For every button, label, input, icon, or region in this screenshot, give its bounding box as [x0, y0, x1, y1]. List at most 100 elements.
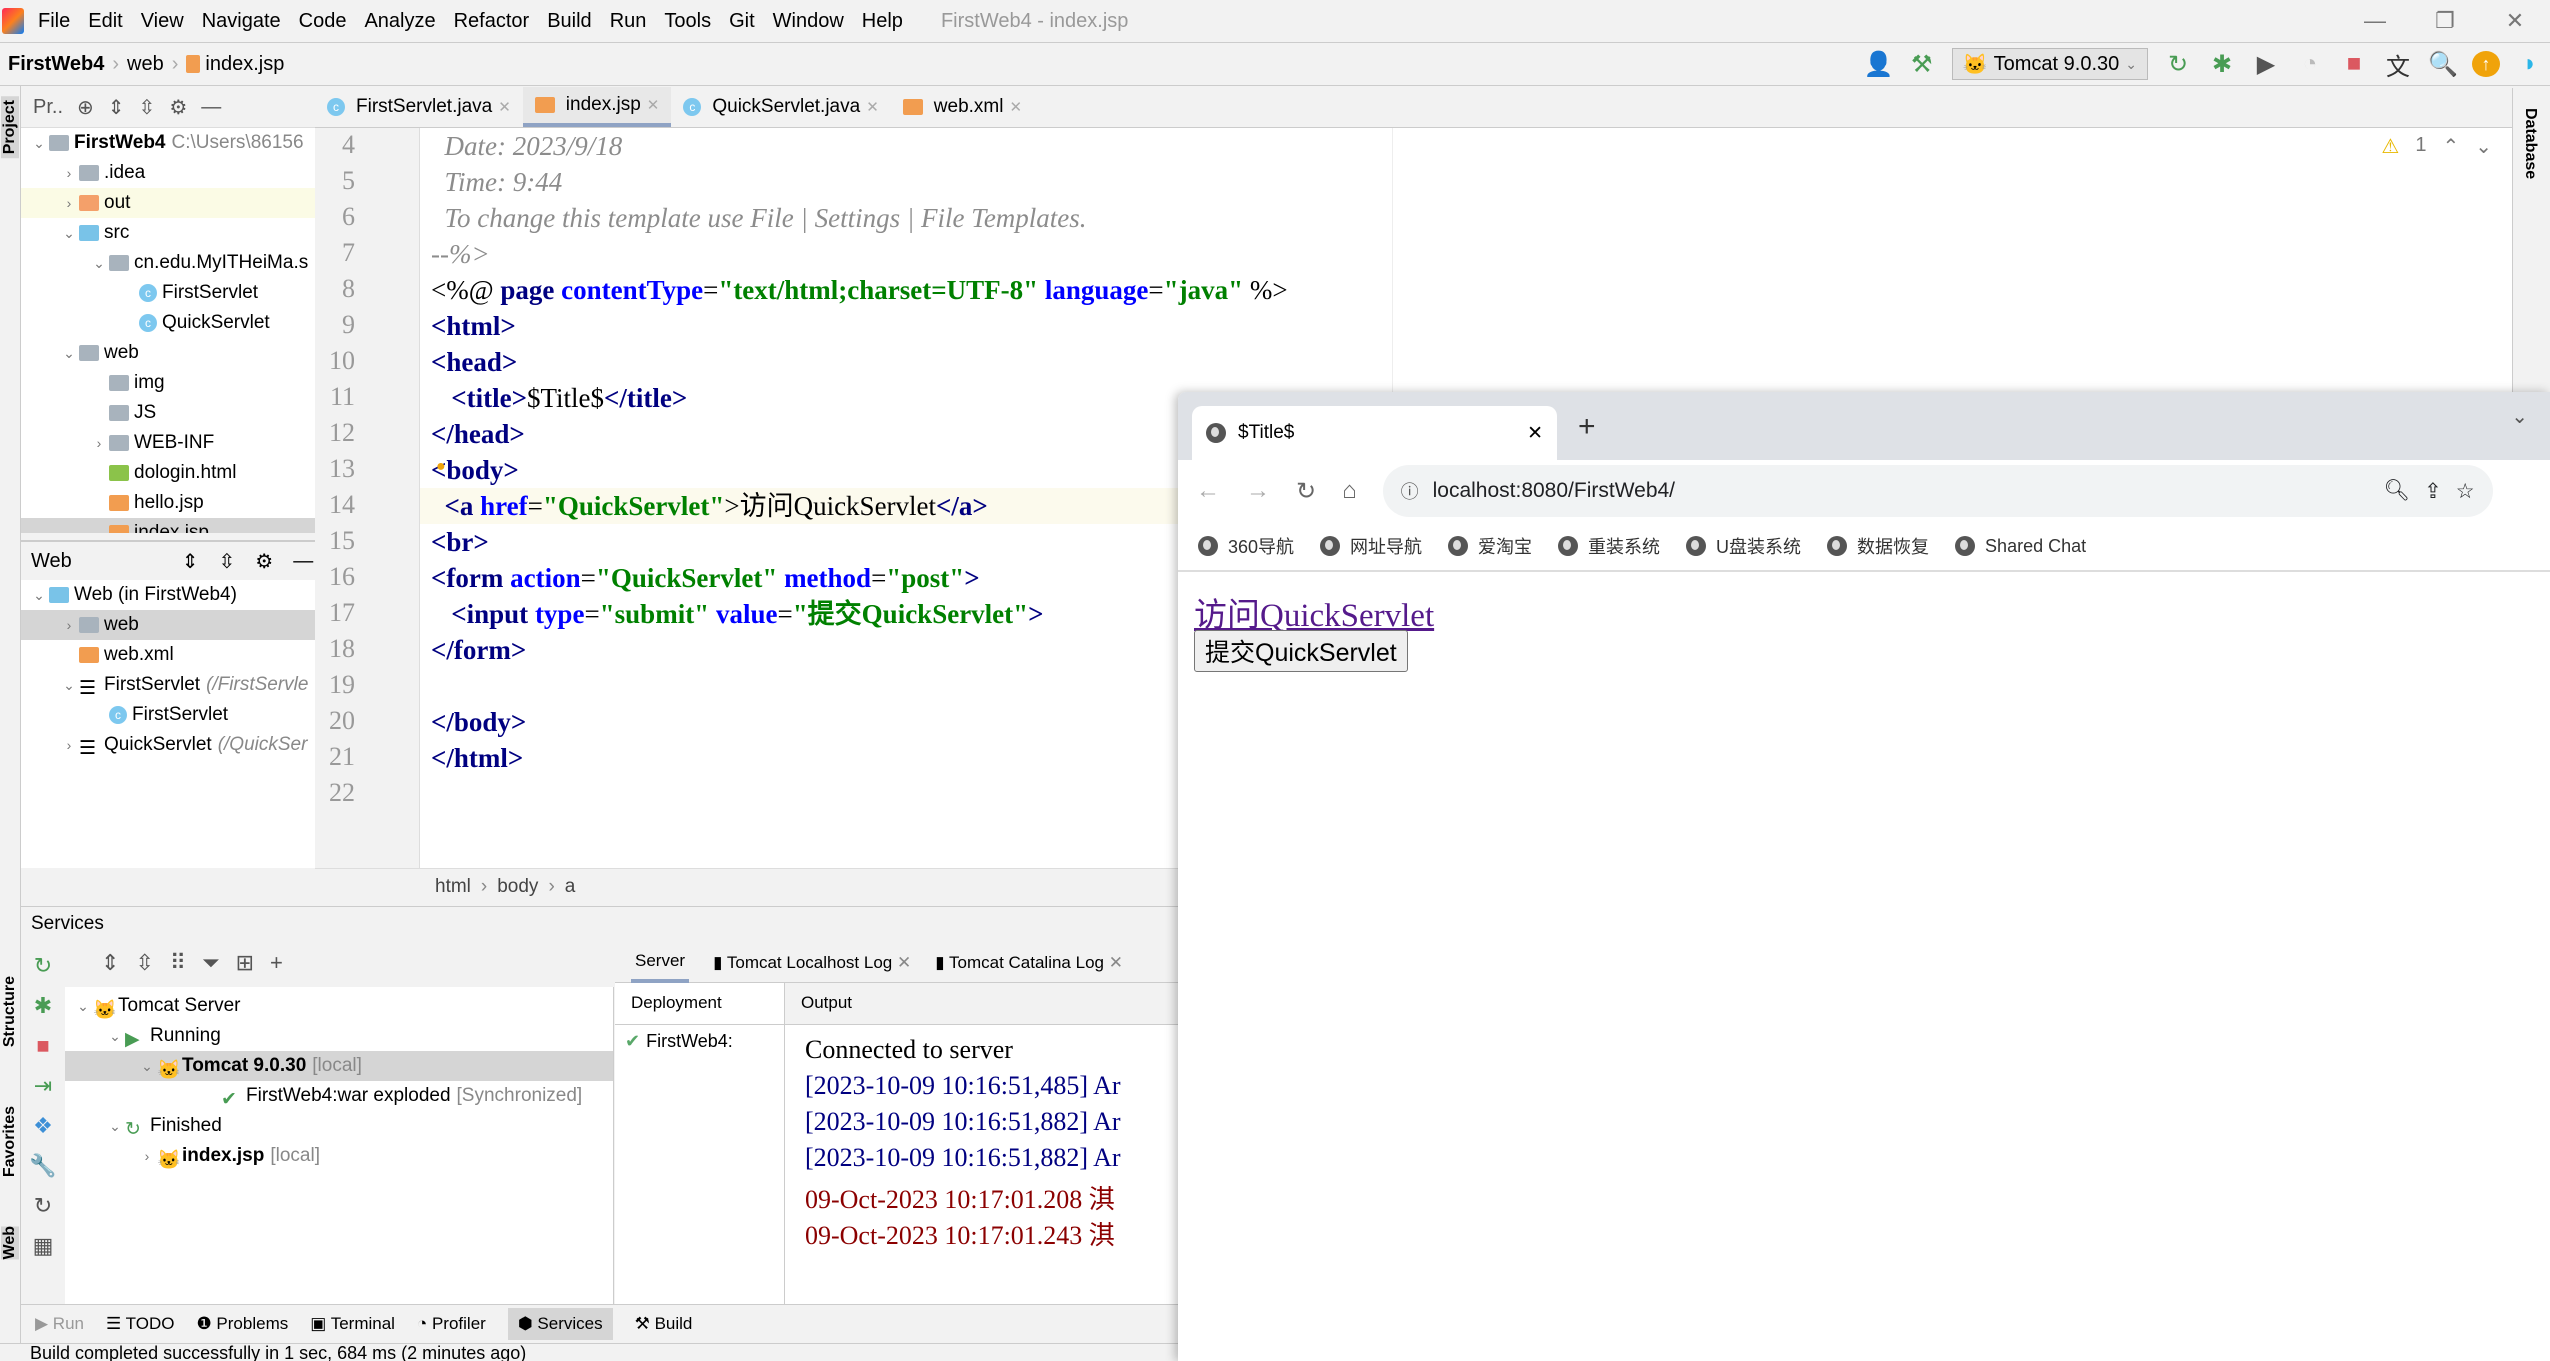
- coverage-icon[interactable]: ▶: [2252, 50, 2280, 79]
- code-line[interactable]: </form>: [431, 632, 526, 668]
- tree-item[interactable]: › web: [21, 610, 315, 640]
- deploy-icon[interactable]: ⇥: [34, 1073, 52, 1099]
- tree-item[interactable]: ⌄ src: [21, 218, 315, 248]
- menu-navigate[interactable]: Navigate: [202, 10, 281, 33]
- build-hammer-icon[interactable]: ⚒: [1908, 50, 1936, 79]
- chevron-right-icon[interactable]: ›: [59, 195, 79, 211]
- tab-index-jsp[interactable]: index.jsp ✕: [522, 87, 672, 127]
- tab-firstservlet-java[interactable]: c FirstServlet.java ✕: [315, 87, 523, 127]
- output-pane[interactable]: Output Connected to server [2023-10-09 10…: [785, 983, 1178, 1305]
- gear-icon[interactable]: ⚙: [169, 95, 187, 120]
- new-tab-icon[interactable]: ⊞: [236, 950, 254, 976]
- chevron-down-icon[interactable]: ⌄: [59, 677, 79, 694]
- bookmark[interactable]: 360导航: [1198, 533, 1294, 559]
- tool-todo[interactable]: ☰ TODO: [106, 1314, 174, 1334]
- tree-item[interactable]: ⌄ ▶ Running: [65, 1021, 613, 1051]
- close-tab-icon[interactable]: ✕: [1104, 953, 1123, 972]
- rerun-icon[interactable]: ↻: [2164, 50, 2192, 79]
- chevron-down-icon[interactable]: ⌄: [105, 1028, 125, 1045]
- code-line[interactable]: <html>: [431, 308, 516, 344]
- chevron-down-icon[interactable]: ⌄: [59, 225, 79, 242]
- bookmark[interactable]: U盘装系统: [1686, 533, 1801, 559]
- code-line[interactable]: <title>$Title$</title>: [431, 380, 687, 416]
- refresh-icon[interactable]: ↻: [34, 1193, 52, 1219]
- tree-item[interactable]: ⌄ ☰ FirstServlet (/FirstServle: [21, 670, 315, 700]
- home-icon[interactable]: ⌂: [1342, 477, 1357, 505]
- stop-icon[interactable]: ■: [2340, 50, 2368, 78]
- services-tab[interactable]: ▮ Tomcat Catalina Log ✕: [935, 953, 1123, 973]
- menu-run[interactable]: Run: [610, 10, 647, 33]
- quickservlet-link[interactable]: 访问QuickServlet: [1194, 588, 1434, 636]
- code-line[interactable]: To change this template use File | Setti…: [431, 200, 1087, 236]
- tree-item[interactable]: › ☰ QuickServlet (/QuickSer: [21, 730, 315, 760]
- browser-tab[interactable]: $Title$ ✕: [1192, 406, 1557, 460]
- project-view-selector[interactable]: Pr..: [33, 96, 63, 119]
- tree-item[interactable]: web.xml: [21, 640, 315, 670]
- close-tab-icon[interactable]: ✕: [892, 953, 911, 972]
- crumb-a[interactable]: a: [565, 876, 576, 898]
- crumb-body[interactable]: body: [497, 876, 538, 898]
- hide-icon[interactable]: —: [293, 550, 313, 573]
- menu-code[interactable]: Code: [299, 10, 347, 33]
- bookmark[interactable]: 爱淘宝: [1448, 533, 1532, 559]
- chevron-down-icon[interactable]: ⌄: [73, 998, 93, 1015]
- tree-item[interactable]: › WEB-INF: [21, 428, 315, 458]
- code-line[interactable]: <a href="QuickServlet">访问QuickServlet</a…: [431, 488, 988, 524]
- chevron-down-icon[interactable]: ⌄: [89, 255, 109, 272]
- close-tab-icon[interactable]: ✕: [498, 98, 511, 116]
- database-tool-tab[interactable]: Database: [2521, 108, 2539, 179]
- chevron-down-icon[interactable]: ⌄: [137, 1058, 157, 1075]
- close-tab-icon[interactable]: ✕: [647, 96, 660, 114]
- minimize-icon[interactable]: —: [2340, 8, 2410, 34]
- tree-item[interactable]: ⌄ ↻ Finished: [65, 1111, 613, 1141]
- chevron-right-icon[interactable]: ›: [59, 165, 79, 181]
- deployment-item[interactable]: ✔ FirstWeb4:: [615, 1025, 784, 1058]
- wrench-icon[interactable]: 🔧: [29, 1153, 56, 1179]
- chevron-down-icon[interactable]: ⌄: [105, 1118, 125, 1135]
- bookmark[interactable]: 网址导航: [1320, 533, 1422, 559]
- submit-quickservlet-button[interactable]: 提交QuickServlet: [1194, 630, 1408, 672]
- menu-help[interactable]: Help: [862, 10, 903, 33]
- tree-item[interactable]: ⌄ 🐱 Tomcat Server: [65, 991, 613, 1021]
- back-icon[interactable]: ←: [1196, 477, 1220, 505]
- chevron-right-icon[interactable]: ›: [89, 435, 109, 451]
- code-line[interactable]: <br>: [431, 524, 489, 560]
- tool-profiler[interactable]: ◔ Profiler: [417, 1314, 486, 1334]
- forward-icon[interactable]: →: [1246, 477, 1270, 505]
- tree-item[interactable]: ⌄ FirstWeb4 C:\Users\86156: [21, 128, 315, 158]
- tree-item[interactable]: ⌄ 🐱 Tomcat 9.0.30 [local]: [65, 1051, 613, 1081]
- breadcrumb-file[interactable]: index.jsp: [205, 53, 284, 76]
- expand-all-icon[interactable]: ⇕: [182, 549, 199, 574]
- rerun-icon[interactable]: ↻: [34, 953, 52, 979]
- tree-item[interactable]: index.jsp: [21, 518, 315, 533]
- crumb-html[interactable]: html: [435, 876, 471, 898]
- tab-search-icon[interactable]: ⌄: [2511, 404, 2528, 429]
- run-configuration-select[interactable]: 🐱 Tomcat 9.0.30 ⌄: [1951, 48, 2148, 80]
- collapse-all-icon[interactable]: ⇳: [139, 95, 156, 120]
- services-tab[interactable]: ▮ Tomcat Localhost Log ✕: [713, 953, 911, 973]
- gear-icon[interactable]: ⚙: [255, 549, 273, 574]
- debug-icon[interactable]: ✱: [34, 993, 52, 1019]
- tree-item[interactable]: c FirstServlet: [21, 278, 315, 308]
- tool-build[interactable]: ⚒ Build: [635, 1314, 693, 1334]
- tree-item[interactable]: › .idea: [21, 158, 315, 188]
- code-line[interactable]: <input type="submit" value="提交QuickServl…: [431, 596, 1043, 632]
- filter-icon[interactable]: ⏷: [202, 950, 220, 976]
- tree-item[interactable]: ⌄ web: [21, 338, 315, 368]
- chevron-down-icon[interactable]: ⌄: [59, 345, 79, 362]
- chevron-down-icon[interactable]: ⌄: [29, 587, 49, 604]
- profile-icon[interactable]: ◔: [2296, 50, 2324, 78]
- tree-item[interactable]: c FirstServlet: [21, 700, 315, 730]
- web-tool-tab[interactable]: Web: [1, 1226, 19, 1260]
- bookmark-star-icon[interactable]: ☆: [2456, 479, 2475, 504]
- code-line[interactable]: <%@ page contentType="text/html;charset=…: [431, 272, 1288, 308]
- new-tab-icon[interactable]: +: [1578, 410, 1596, 444]
- expand-all-icon[interactable]: ⇕: [108, 95, 125, 120]
- restore-icon[interactable]: ❐: [2410, 8, 2480, 34]
- reload-icon[interactable]: ↻: [1296, 477, 1316, 506]
- chevron-down-icon[interactable]: ⌄: [29, 135, 49, 152]
- code-line[interactable]: Time: 9:44: [431, 164, 563, 200]
- menu-file[interactable]: File: [38, 10, 70, 33]
- tool-run[interactable]: ▶ Run: [35, 1314, 84, 1334]
- structure-tool-tab[interactable]: Structure: [1, 976, 19, 1047]
